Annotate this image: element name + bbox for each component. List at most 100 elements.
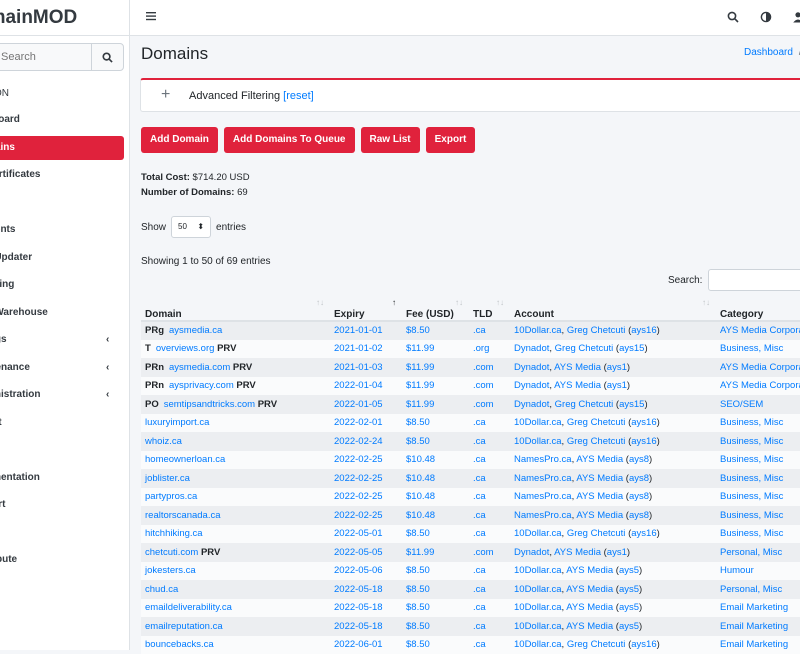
account-link[interactable]: ays5 — [619, 602, 639, 613]
category-link[interactable]: Business, Misc — [720, 343, 783, 354]
owner-link[interactable]: AYS Media — [554, 362, 601, 373]
column-header-category[interactable]: Category — [716, 297, 800, 321]
sidebar-search-input[interactable] — [0, 44, 91, 70]
expiry-link[interactable]: 2022-05-18 — [334, 621, 383, 632]
owner-link[interactable]: Greg Chetcuti — [555, 343, 614, 354]
expiry-link[interactable]: 2022-01-05 — [334, 399, 383, 410]
sidebar-item[interactable]: a Warehouse — [0, 301, 130, 329]
sidebar-item[interactable]: orting — [0, 273, 130, 301]
owner-link[interactable]: AYS Media — [566, 565, 613, 576]
breadcrumb-dashboard-link[interactable]: Dashboard — [744, 47, 793, 58]
expiry-link[interactable]: 2022-05-06 — [334, 565, 383, 576]
sidebar-item[interactable]: port — [0, 493, 130, 521]
domain-link[interactable]: partypros.ca — [145, 491, 197, 502]
expiry-link[interactable]: 2022-06-01 — [334, 639, 383, 650]
sidebar-item[interactable]: ets — [0, 191, 130, 219]
column-header-account[interactable]: Account↑↓ — [510, 297, 716, 321]
tld-link[interactable]: .com — [473, 547, 494, 558]
expiry-link[interactable]: 2022-05-18 — [334, 602, 383, 613]
expiry-link[interactable]: 2022-02-25 — [334, 491, 383, 502]
tld-link[interactable]: .com — [473, 380, 494, 391]
expiry-link[interactable]: 2022-05-18 — [334, 584, 383, 595]
expiry-link[interactable]: 2021-01-01 — [334, 325, 383, 336]
search-icon[interactable] — [727, 11, 739, 23]
owner-link[interactable]: AYS Media — [576, 510, 623, 521]
sidebar-item[interactable]: ings‹ — [0, 328, 130, 356]
account-link[interactable]: ays5 — [619, 584, 639, 595]
category-link[interactable]: Business, Misc — [720, 436, 783, 447]
domain-link[interactable]: emailreputation.ca — [145, 621, 223, 632]
fee-link[interactable]: $10.48 — [406, 491, 435, 502]
domain-link[interactable]: aysmedia.com — [169, 362, 230, 373]
expiry-link[interactable]: 2022-02-25 — [334, 473, 383, 484]
expiry-link[interactable]: 2022-02-01 — [334, 417, 383, 428]
owner-link[interactable]: Greg Chetcuti — [567, 639, 626, 650]
owner-link[interactable]: AYS Media — [576, 473, 623, 484]
registrar-link[interactable]: 10Dollar.ca — [514, 639, 562, 650]
registrar-link[interactable]: NamesPro.ca — [514, 491, 572, 502]
account-link[interactable]: ays15 — [619, 343, 644, 354]
registrar-link[interactable]: 10Dollar.ca — [514, 528, 562, 539]
fee-link[interactable]: $11.99 — [406, 380, 434, 391]
registrar-link[interactable]: 10Dollar.ca — [514, 436, 562, 447]
registrar-link[interactable]: 10Dollar.ca — [514, 584, 562, 595]
tld-link[interactable]: .ca — [473, 528, 486, 539]
owner-link[interactable]: Greg Chetcuti — [567, 417, 626, 428]
tld-link[interactable]: .org — [473, 343, 489, 354]
fee-link[interactable]: $8.50 — [406, 417, 430, 428]
user-icon[interactable] — [792, 11, 800, 23]
expiry-link[interactable]: 2022-01-04 — [334, 380, 383, 391]
category-link[interactable]: AYS Media Corpora — [720, 325, 800, 336]
plus-icon[interactable]: + — [161, 87, 170, 103]
account-link[interactable]: ays8 — [629, 454, 649, 465]
tld-link[interactable]: .com — [473, 362, 494, 373]
tld-link[interactable]: .ca — [473, 491, 486, 502]
fee-link[interactable]: $8.50 — [406, 565, 430, 576]
account-link[interactable]: ays1 — [607, 380, 627, 391]
registrar-link[interactable]: NamesPro.ca — [514, 510, 572, 521]
registrar-link[interactable]: NamesPro.ca — [514, 473, 572, 484]
domain-link[interactable]: homeownerloan.ca — [145, 454, 225, 465]
theme-toggle-icon[interactable] — [760, 11, 772, 23]
advanced-filtering-title[interactable]: Advanced Filtering [reset] — [189, 90, 314, 102]
fee-link[interactable]: $8.50 — [406, 639, 430, 650]
domain-link[interactable]: whoiz.ca — [145, 436, 182, 447]
add-domains-to-queue-button[interactable]: Add Domains To Queue — [224, 127, 355, 153]
fee-link[interactable]: $11.99 — [406, 547, 434, 558]
tld-link[interactable]: .ca — [473, 584, 486, 595]
account-link[interactable]: ays16 — [631, 436, 656, 447]
sidebar-item[interactable]: mains — [0, 136, 124, 160]
category-link[interactable]: Business, Misc — [720, 510, 783, 521]
tld-link[interactable]: .com — [473, 399, 494, 410]
registrar-link[interactable]: Dynadot — [514, 547, 549, 558]
domain-link[interactable]: chud.ca — [145, 584, 178, 595]
category-link[interactable]: Business, Misc — [720, 454, 783, 465]
fee-link[interactable]: $8.50 — [406, 528, 430, 539]
category-link[interactable]: AYS Media Corpora — [720, 362, 800, 373]
fee-link[interactable]: $11.99 — [406, 362, 434, 373]
reset-filter-link[interactable]: [reset] — [283, 90, 314, 102]
sidebar-item[interactable]: out — [0, 411, 130, 439]
domain-link[interactable]: emaildeliverability.ca — [145, 602, 232, 613]
domain-link[interactable]: hitchhiking.ca — [145, 528, 203, 539]
registrar-link[interactable]: 10Dollar.ca — [514, 325, 562, 336]
tld-link[interactable]: .ca — [473, 621, 486, 632]
category-link[interactable]: AYS Media Corpora — [720, 380, 800, 391]
domain-link[interactable]: jokesters.ca — [145, 565, 196, 576]
owner-link[interactable]: Greg Chetcuti — [567, 528, 626, 539]
table-search-input[interactable] — [708, 269, 800, 291]
fee-link[interactable]: $10.48 — [406, 454, 435, 465]
fee-link[interactable]: $8.50 — [406, 621, 430, 632]
tld-link[interactable]: .ca — [473, 565, 486, 576]
owner-link[interactable]: Greg Chetcuti — [567, 436, 626, 447]
sidebar-item[interactable]: ws — [0, 521, 130, 549]
registrar-link[interactable]: Dynadot — [514, 343, 549, 354]
fee-link[interactable]: $10.48 — [406, 510, 435, 521]
owner-link[interactable]: AYS Media — [566, 602, 613, 613]
tld-link[interactable]: .ca — [473, 473, 486, 484]
category-link[interactable]: Business, Misc — [720, 491, 783, 502]
tld-link[interactable]: .ca — [473, 454, 486, 465]
tld-link[interactable]: .ca — [473, 436, 486, 447]
sidebar-search-button[interactable] — [91, 44, 123, 70]
account-link[interactable]: ays8 — [629, 510, 649, 521]
